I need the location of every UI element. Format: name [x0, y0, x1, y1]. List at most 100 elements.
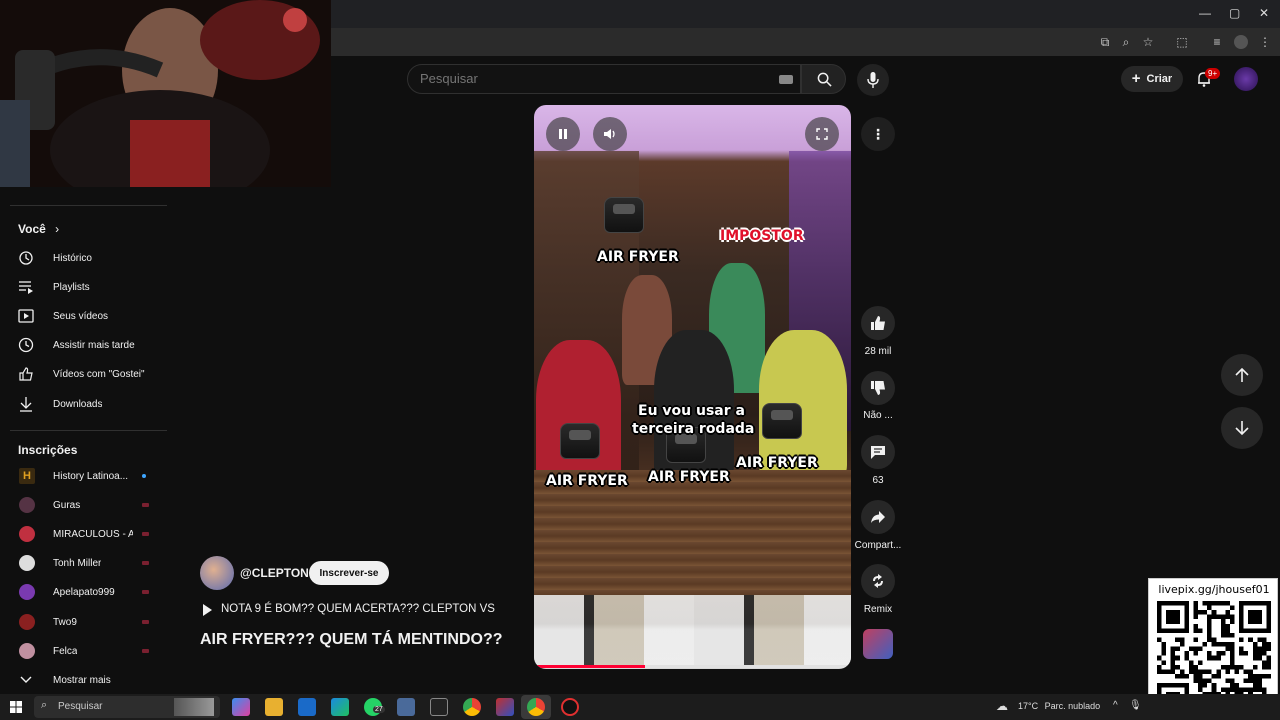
- video-title-line-1[interactable]: NOTA 9 É BOM?? QUEM ACERTA??? CLEPTON VS: [221, 603, 495, 615]
- search-box[interactable]: [407, 64, 801, 94]
- video-progress-fill: [534, 665, 645, 668]
- download-icon: [20, 397, 32, 412]
- pause-icon: [559, 129, 567, 139]
- channel-avatar: [19, 526, 35, 542]
- live-indicator-icon: [142, 561, 149, 565]
- sidebar-item-liked-videos[interactable]: Vídeos com "Gostei": [0, 361, 170, 387]
- account-avatar[interactable]: [1234, 67, 1258, 91]
- extensions-icon[interactable]: ⬚: [1175, 35, 1189, 49]
- audio-track-thumbnail[interactable]: [863, 629, 893, 659]
- taskbar-search[interactable]: ⌕ Pesquisar: [34, 696, 220, 718]
- bookmark-star-icon[interactable]: ☆: [1141, 35, 1155, 49]
- minimize-button[interactable]: —: [1199, 6, 1211, 20]
- like-button[interactable]: [861, 306, 895, 340]
- volume-button[interactable]: [593, 117, 627, 151]
- create-button[interactable]: + Criar: [1121, 66, 1183, 92]
- solitaire-icon[interactable]: [430, 698, 448, 716]
- voice-search-button[interactable]: [857, 64, 889, 96]
- microphone-tray-icon[interactable]: 🎙: [1129, 700, 1142, 711]
- sidebar-item-subscription[interactable]: Apelapato999: [0, 579, 170, 605]
- browser-menu-icon[interactable]: ⋮: [1258, 35, 1272, 49]
- you-section-heading[interactable]: Você ›: [18, 222, 59, 236]
- share-arrow-icon: [871, 511, 885, 523]
- new-content-dot: [142, 474, 146, 478]
- play-icon: [203, 604, 212, 616]
- copilot-icon[interactable]: [232, 698, 250, 716]
- sidebar-item-label: Seus vídeos: [53, 310, 109, 322]
- sidebar-item-history[interactable]: Histórico: [0, 245, 170, 271]
- live-indicator-icon: [142, 620, 149, 624]
- more-options-button[interactable]: ⋮: [861, 117, 895, 151]
- cast-icon[interactable]: ⧉: [1098, 35, 1112, 49]
- profile-icon[interactable]: [1234, 35, 1248, 49]
- store-icon[interactable]: [331, 698, 349, 716]
- comments-button[interactable]: [861, 435, 895, 469]
- sidebar-item-subscription[interactable]: H History Latinoa...: [0, 463, 170, 489]
- subscriptions-heading[interactable]: Inscrições: [18, 443, 77, 457]
- live-indicator-icon: [142, 649, 149, 653]
- sidebar-divider: [10, 205, 167, 206]
- sidebar-item-your-videos[interactable]: Seus vídeos: [0, 303, 170, 329]
- pause-button[interactable]: [546, 117, 580, 151]
- weather-widget[interactable]: 17°C Parc. nublado: [1018, 701, 1100, 711]
- video-title-line-2[interactable]: AIR FRYER??? QUEM TÁ MENTINDO??: [200, 631, 503, 649]
- show-more-label: Mostrar mais: [53, 674, 111, 686]
- keyboard-icon[interactable]: [779, 75, 793, 84]
- thumbs-down-icon: [871, 381, 885, 395]
- chrome-icon[interactable]: [463, 698, 481, 716]
- sidebar-item-subscription[interactable]: Two9: [0, 609, 170, 635]
- caption-line-1: Eu vou usar a: [638, 403, 745, 419]
- your-videos-icon: [18, 309, 34, 323]
- taskbar-search-label: Pesquisar: [58, 701, 103, 712]
- search-button[interactable]: [801, 64, 846, 94]
- zoom-icon[interactable]: ⌕: [1119, 35, 1133, 49]
- sidebar-item-label: Vídeos com "Gostei": [53, 368, 145, 380]
- show-more-button[interactable]: Mostrar mais: [0, 667, 170, 693]
- search-input[interactable]: [420, 71, 760, 86]
- obs-recording-icon[interactable]: [561, 698, 579, 716]
- channel-avatar: H: [19, 468, 35, 484]
- sidebar-item-subscription[interactable]: MIRACULOUS - A...: [0, 521, 170, 547]
- whatsapp-icon[interactable]: 27: [364, 698, 385, 716]
- windows-start-icon[interactable]: [10, 701, 22, 713]
- sidebar-item-playlists[interactable]: Playlists: [0, 274, 170, 300]
- close-window-button[interactable]: ✕: [1259, 6, 1269, 20]
- reading-list-icon[interactable]: ≡: [1210, 35, 1224, 49]
- microphone-icon: [867, 72, 879, 88]
- outlook-icon[interactable]: [298, 698, 316, 716]
- remix-button[interactable]: [861, 564, 895, 598]
- air-fryer-label: AIR FRYER: [736, 455, 818, 471]
- sidebar-item-subscription[interactable]: Guras: [0, 492, 170, 518]
- fullscreen-button[interactable]: [805, 117, 839, 151]
- watch-later-icon: [18, 337, 34, 353]
- dislike-button[interactable]: [861, 371, 895, 405]
- webcam-image: [0, 0, 331, 187]
- next-video-button[interactable]: [1221, 407, 1263, 449]
- previous-video-button[interactable]: [1221, 354, 1263, 396]
- air-fryer-image: [762, 403, 802, 439]
- subscribe-button[interactable]: Inscrever-se: [309, 561, 389, 585]
- active-chrome-button[interactable]: [521, 695, 551, 719]
- restore-button[interactable]: ▢: [1229, 6, 1240, 20]
- sidebar-item-downloads[interactable]: Downloads: [0, 391, 170, 417]
- channel-avatar[interactable]: [200, 556, 234, 590]
- thumbs-up-icon: [871, 316, 885, 330]
- sidebar-item-subscription[interactable]: Felca: [0, 638, 170, 664]
- shorts-video-player[interactable]: IMPOSTOR AIR FRYER Eu vou usar a terceir…: [534, 105, 851, 669]
- sidebar-item-watch-later[interactable]: Assistir mais tarde: [0, 332, 170, 358]
- file-explorer-icon[interactable]: [265, 698, 283, 716]
- air-fryer-label: AIR FRYER: [648, 469, 730, 485]
- app-icon[interactable]: [397, 698, 415, 716]
- remix-label: Remix: [863, 604, 893, 615]
- app-icon[interactable]: [496, 698, 514, 716]
- sidebar-item-subscription[interactable]: Tonh Miller: [0, 550, 170, 576]
- weather-cloud-icon: ☁: [996, 699, 1008, 713]
- share-button[interactable]: [861, 500, 895, 534]
- likes-count: 28 mil: [864, 346, 892, 357]
- video-progress-bar[interactable]: [534, 665, 851, 668]
- chevron-up-icon[interactable]: ^: [1113, 700, 1118, 711]
- sidebar-item-label: Guras: [53, 499, 81, 511]
- volume-icon: [604, 129, 615, 139]
- channel-avatar: [19, 643, 35, 659]
- channel-handle[interactable]: @CLEPTON: [240, 566, 309, 580]
